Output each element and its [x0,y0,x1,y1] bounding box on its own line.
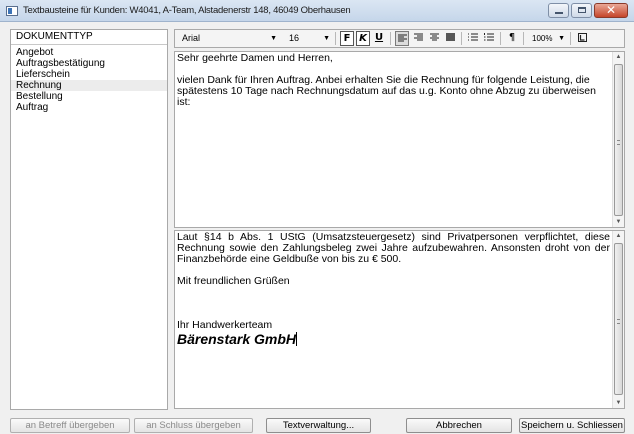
scrollbar-thumb[interactable] [614,243,623,395]
zoom-select[interactable]: 100% ▼ [529,31,567,46]
legal-notice-text: Laut §14 b Abs. 1 UStG (Umsatzsteuergese… [177,231,610,265]
toolbar-separator [335,32,336,45]
closing-document[interactable]: Laut §14 b Abs. 1 UStG (Umsatzsteuergese… [175,231,612,408]
font-value: Arial [182,33,201,43]
paragraph-marks-button[interactable]: ¶ [505,31,519,46]
chevron-down-icon: ▼ [558,35,565,42]
align-justify-icon [445,33,455,41]
subject-text-editor[interactable]: Sehr geehrte Damen und Herren, vielen Da… [174,51,625,228]
salutation-text: Sehr geehrte Damen und Herren, [177,52,333,64]
list-item-lieferschein[interactable]: Lieferschein [11,69,167,80]
subject-document[interactable]: Sehr geehrte Damen und Herren, vielen Da… [175,52,612,227]
chevron-down-icon: ▼ [270,35,277,42]
numbered-list-button[interactable] [482,31,496,46]
document-type-panel: DOKUMENTTYP Angebot Auftragsbestätigung … [10,29,168,410]
scrollbar-thumb[interactable] [614,64,623,216]
italic-button[interactable]: K [356,31,370,46]
close-button[interactable]: ✕ [594,3,628,18]
scroll-down-icon[interactable]: ▼ [613,398,624,408]
save-close-button[interactable]: Speichern u. Schliessen [519,418,625,433]
maximize-button[interactable] [571,3,592,18]
subject-scrollbar[interactable]: ▲ ▼ [612,52,624,227]
list-item-auftragsbestaetigung[interactable]: Auftragsbestätigung [11,58,167,69]
list-item-auftrag[interactable]: Auftrag [11,102,167,113]
greeting-text: Mit freundlichen Grüßen [177,275,290,287]
page-layout-icon [577,33,587,42]
align-center-button[interactable] [427,31,441,46]
toolbar-separator [523,32,524,45]
chevron-down-icon: ▼ [323,35,330,42]
scroll-down-icon[interactable]: ▼ [613,217,624,227]
page-layout-button[interactable] [575,31,589,46]
list-item-rechnung[interactable]: Rechnung [11,80,167,91]
font-select[interactable]: Arial ▼ [177,31,279,46]
align-right-button[interactable] [411,31,425,46]
toolbar-separator [570,32,571,45]
text-management-button[interactable]: Textverwaltung... [266,418,371,433]
closing-scrollbar[interactable]: ▲ ▼ [612,231,624,408]
bold-button[interactable]: F [340,31,354,46]
minimize-button[interactable] [548,3,569,18]
to-closing-button[interactable]: an Schluss übergeben [134,418,253,433]
company-signature-text: Bärenstark GmbH [177,331,297,347]
align-right-icon [413,33,423,41]
font-size-value: 16 [289,33,300,43]
toolbar-separator [461,32,462,45]
window-controls: ✕ [548,3,628,18]
text-caret [296,332,298,346]
scroll-up-icon[interactable]: ▲ [613,52,624,62]
close-icon: ✕ [605,3,617,17]
minimize-icon [555,12,563,14]
align-left-button[interactable] [395,31,409,46]
underline-button[interactable]: U [372,31,386,46]
window-title: Textbausteine für Kunden: W4041, A-Team,… [23,5,351,16]
to-subject-button[interactable]: an Betreff übergeben [10,418,130,433]
bullet-list-button[interactable] [466,31,480,46]
align-center-icon [429,33,439,41]
zoom-value: 100% [532,34,553,43]
list-item-bestellung[interactable]: Bestellung [11,91,167,102]
document-type-header[interactable]: DOKUMENTTYP [11,30,167,45]
maximize-icon [578,7,586,13]
subject-body-text: vielen Dank für Ihren Auftrag. Anbei erh… [177,74,596,108]
scroll-up-icon[interactable]: ▲ [613,231,624,241]
font-size-select[interactable]: 16 ▼ [285,31,332,46]
app-icon [6,5,18,16]
button-bar: an Betreff übergeben an Schluss übergebe… [0,413,634,434]
title-bar: Textbausteine für Kunden: W4041, A-Team,… [0,0,634,22]
align-justify-button[interactable] [443,31,457,46]
cancel-button[interactable]: Abbrechen [406,418,512,433]
toolbar-separator [390,32,391,45]
closing-text-editor[interactable]: Laut §14 b Abs. 1 UStG (Umsatzsteuergese… [174,230,625,409]
numbered-list-icon [484,33,494,41]
team-text: Ihr Handwerkerteam [177,319,273,331]
bullet-list-icon [468,33,478,41]
format-toolbar: Arial ▼ 16 ▼ F K U ¶ 100% ▼ [174,29,625,48]
list-item-angebot[interactable]: Angebot [11,47,167,58]
document-type-list: Angebot Auftragsbestätigung Lieferschein… [11,45,167,113]
align-left-icon [397,34,407,42]
toolbar-separator [500,32,501,45]
